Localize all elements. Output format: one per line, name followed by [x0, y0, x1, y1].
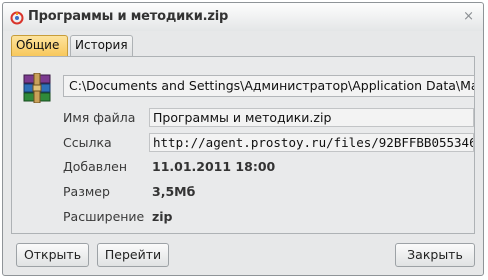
window-title: Программы и методики.zip	[28, 9, 229, 24]
added-label: Добавлен	[63, 159, 128, 174]
title-bar[interactable]: Программы и методики.zip ×	[3, 3, 483, 31]
properties-window: Программы и методики.zip × Общие История…	[2, 2, 484, 276]
tab-general[interactable]: Общие	[11, 35, 68, 56]
app-logo-icon	[10, 11, 24, 25]
extension-label: Расширение	[63, 209, 145, 224]
filename-field[interactable]: Программы и методики.zip	[149, 108, 474, 127]
close-button[interactable]: Закрыть	[395, 243, 475, 267]
file-path-field[interactable]: C:\Documents and Settings\Администратор\…	[63, 75, 475, 97]
general-panel: C:\Documents and Settings\Администратор\…	[11, 56, 475, 234]
added-value: 11.01.2011 18:00	[152, 159, 276, 174]
close-icon[interactable]: ×	[463, 9, 474, 25]
filename-label: Имя файла	[63, 110, 136, 125]
winrar-archive-icon	[23, 73, 51, 103]
link-field[interactable]: http://agent.prostoy.ru/files/92BFFBB055…	[149, 133, 474, 152]
tab-history[interactable]: История	[70, 35, 133, 56]
goto-button[interactable]: Перейти	[97, 243, 169, 267]
link-label: Ссылка	[63, 135, 112, 150]
size-value: 3,5Мб	[152, 184, 196, 199]
extension-value: zip	[152, 209, 173, 224]
size-label: Размер	[63, 184, 110, 199]
open-button[interactable]: Открыть	[16, 243, 89, 267]
